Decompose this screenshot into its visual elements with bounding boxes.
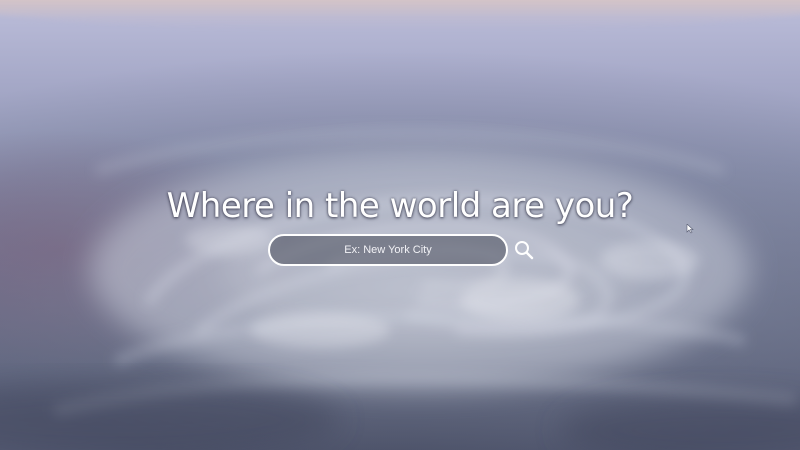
page-title: Where in the world are you? [166, 186, 634, 226]
search-icon [515, 241, 534, 260]
search-bar [268, 234, 538, 266]
search-button[interactable] [512, 238, 536, 262]
search-input[interactable] [268, 234, 508, 266]
mouse-pointer-icon [686, 224, 694, 234]
hero-section: Where in the world are you? [0, 184, 800, 228]
